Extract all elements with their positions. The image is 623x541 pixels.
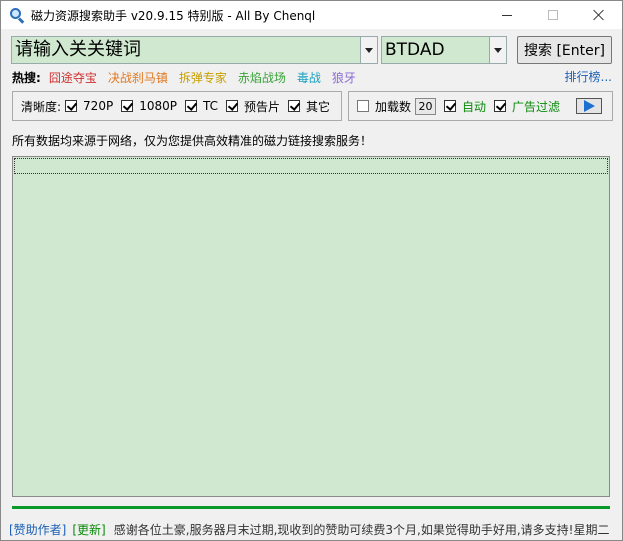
sponsor-link[interactable]: [赞助作者] [9, 521, 66, 538]
minimize-button[interactable] [484, 1, 530, 29]
progress-bar [12, 506, 610, 509]
play-icon [583, 100, 595, 112]
checkbox-label: 其它 [306, 99, 331, 114]
checkbox-label: 预告片 [243, 99, 280, 114]
auto-checkbox[interactable]: 自动 [444, 98, 486, 115]
keyword-dropdown-button[interactable] [360, 37, 377, 63]
results-list[interactable] [12, 156, 610, 497]
hot-search-item[interactable]: 赤焰战场 [238, 69, 286, 86]
hot-search-item[interactable]: 狼牙 [332, 69, 356, 86]
notice-text: 所有数据均来源于网络，仅为您提供高效精准的磁力链接搜索服务！ [12, 134, 373, 148]
site-select-value: BTDAD [385, 40, 445, 60]
window-controls [484, 1, 622, 29]
title-bar[interactable]: 磁力资源搜索助手 v20.9.15 特别版 - All By Chenql [1, 1, 622, 29]
status-bar: [赞助作者] [更新] 感谢各位土豪,服务器月末过期,现收到的赞助可续费3个月,… [9, 520, 615, 538]
app-window: 磁力资源搜索助手 v20.9.15 特别版 - All By Chenql 请输… [0, 0, 623, 541]
checkbox-label: TC [202, 99, 218, 113]
checkbox-label: 1080P [139, 99, 177, 113]
site-select[interactable]: BTDAD [381, 36, 507, 64]
window-title: 磁力资源搜索助手 v20.9.15 特别版 - All By Chenql [31, 8, 316, 23]
keyword-input[interactable]: 请输入关关键词 [12, 37, 360, 63]
clarity-filter-group: 清晰度: 720P 1080P TC 预告片 其它 [12, 91, 342, 121]
ranking-link[interactable]: 排行榜... [565, 68, 612, 85]
search-button[interactable]: 搜索 [Enter] [517, 36, 612, 64]
status-message: 感谢各位土豪,服务器月末过期,现收到的赞助可续费3个月,如果觉得助手好用,请多支… [113, 522, 610, 537]
keyword-combobox[interactable]: 请输入关关键词 [11, 36, 378, 64]
clarity-checkbox-720p[interactable]: 720P [65, 99, 113, 113]
checkbox-icon [65, 100, 78, 112]
progress-fill [12, 506, 610, 509]
checkbox-icon [225, 100, 238, 112]
hot-search-item[interactable]: 毒战 [297, 69, 321, 86]
checkbox-label: 自动 [462, 99, 487, 114]
hot-search-label: 热搜: [12, 70, 41, 85]
checkbox-label: 广告过滤 [512, 99, 561, 114]
checkbox-icon [357, 100, 369, 112]
clarity-checkbox-1080p[interactable]: 1080P [121, 99, 177, 113]
magnifier-app-icon [9, 7, 25, 24]
load-options-group: 加载数 20 自动 广告过滤 [348, 91, 613, 121]
minimize-icon [502, 14, 512, 16]
checkbox-icon [444, 100, 457, 112]
clarity-checkbox-trailer[interactable]: 预告片 [225, 98, 280, 115]
checkbox-icon [121, 100, 134, 112]
clarity-checkbox-other[interactable]: 其它 [288, 98, 330, 115]
hot-search-item[interactable]: 拆弹专家 [179, 69, 227, 86]
site-dropdown-button[interactable] [489, 37, 506, 63]
load-count-checkbox[interactable]: 加载数 [357, 98, 411, 115]
chevron-down-icon [494, 47, 502, 53]
close-button[interactable] [576, 1, 622, 29]
play-button[interactable] [576, 98, 603, 114]
checkbox-label: 加载数 [375, 99, 412, 114]
hot-search-item[interactable]: 囧途夺宝 [49, 69, 97, 86]
checkbox-icon [184, 100, 197, 112]
checkbox-label: 720P [83, 99, 114, 113]
close-icon [593, 9, 605, 21]
hot-search-bar: 热搜: 囧途夺宝 决战刹马镇 拆弹专家 赤焰战场 毒战 狼牙 [12, 68, 367, 86]
checkbox-icon [494, 100, 507, 112]
clarity-label: 清晰度: [21, 99, 62, 114]
chevron-down-icon [365, 47, 373, 53]
update-link[interactable]: [更新] [72, 521, 105, 538]
maximize-button [530, 1, 576, 29]
maximize-icon [548, 10, 558, 20]
clarity-checkbox-tc[interactable]: TC [184, 99, 218, 113]
ad-filter-checkbox[interactable]: 广告过滤 [494, 98, 560, 115]
hot-search-item[interactable]: 决战刹马镇 [108, 69, 168, 86]
load-count-input[interactable]: 20 [415, 97, 437, 115]
list-item[interactable] [14, 158, 608, 174]
checkbox-icon [288, 100, 300, 112]
